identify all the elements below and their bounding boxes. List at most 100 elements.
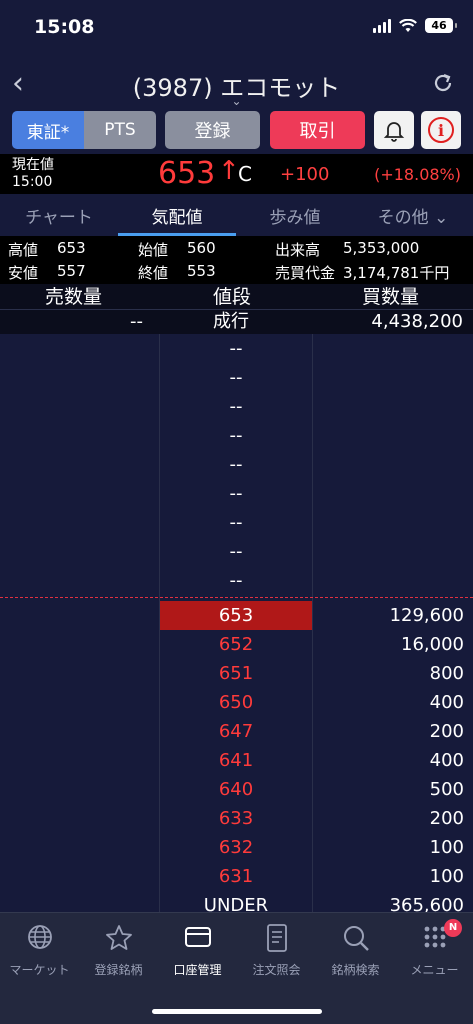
bid-qty: 400: [429, 750, 464, 771]
ask-price: --: [229, 454, 243, 475]
market-segment-control: 東証* PTS: [12, 111, 156, 149]
tab-chart[interactable]: チャート: [0, 194, 118, 236]
market-order-bid: 4,438,200: [371, 311, 463, 332]
nav-search[interactable]: 銘柄検索: [316, 923, 395, 978]
home-indicator: [152, 1009, 322, 1014]
bid-row[interactable]: 652 16,000: [0, 630, 473, 659]
up-arrow-icon: ↑: [218, 156, 240, 186]
tab-quotes[interactable]: 気配値: [118, 194, 236, 236]
nav-header: ‹ (3987) エコモット ⌄: [0, 58, 473, 108]
ask-row[interactable]: --: [0, 334, 473, 363]
bid-price: 647: [218, 721, 254, 742]
market-order-ask: --: [130, 311, 143, 332]
bid-row[interactable]: 632 100: [0, 833, 473, 862]
alert-button[interactable]: [374, 111, 414, 149]
bid-row[interactable]: 647 200: [0, 717, 473, 746]
market-order-price: 成行: [213, 311, 249, 332]
nav-menu-label: メニュー: [410, 963, 459, 977]
stat-low-label: 安値: [8, 264, 39, 282]
globe-icon: [0, 923, 79, 957]
segment-tse[interactable]: 東証*: [12, 111, 84, 149]
bid-price: 653: [160, 601, 312, 630]
bid-row[interactable]: 653 129,600: [0, 601, 473, 630]
bid-price: 650: [218, 692, 254, 713]
bid-price: 640: [218, 779, 254, 800]
nav-market-label: マーケット: [9, 963, 70, 977]
status-icons: 46: [373, 18, 457, 33]
header-price: 値段: [213, 286, 252, 308]
ask-price: --: [229, 541, 243, 562]
nav-watchlist-label: 登録銘柄: [94, 963, 143, 977]
bid-row[interactable]: 633 200: [0, 804, 473, 833]
tab-trades[interactable]: 歩み値: [236, 194, 354, 236]
bid-row[interactable]: 650 400: [0, 688, 473, 717]
ask-row[interactable]: --: [0, 508, 473, 537]
bid-row[interactable]: 640 500: [0, 775, 473, 804]
stat-close-label: 終値: [138, 264, 169, 282]
wifi-icon: [399, 18, 417, 32]
chevron-down-icon[interactable]: ⌄: [0, 94, 473, 108]
ask-row[interactable]: --: [0, 421, 473, 450]
stat-volume-label: 出来高: [275, 241, 321, 259]
tab-other[interactable]: その他 ⌄: [354, 194, 472, 236]
ask-price: --: [229, 396, 243, 417]
ask-row[interactable]: --: [0, 566, 473, 595]
nav-watchlist[interactable]: 登録銘柄: [79, 923, 158, 978]
action-row: 東証* PTS 登録 取引 i: [0, 108, 473, 154]
bid-row[interactable]: 651 800: [0, 659, 473, 688]
status-time: 15:08: [34, 16, 95, 38]
bid-price: 633: [218, 808, 254, 829]
bid-qty: 400: [429, 692, 464, 713]
price-time: 15:00: [12, 174, 53, 190]
register-button[interactable]: 登録: [165, 111, 260, 149]
star-icon: [79, 923, 158, 957]
ask-price: --: [229, 570, 243, 591]
bid-qty: 100: [429, 866, 464, 887]
bid-qty: 500: [429, 779, 464, 800]
ask-row[interactable]: --: [0, 450, 473, 479]
ask-price: --: [229, 338, 243, 359]
bell-icon: [383, 122, 405, 142]
bid-price: 652: [218, 634, 254, 655]
nav-search-label: 銘柄検索: [331, 963, 380, 977]
bid-qty: 200: [429, 721, 464, 742]
bid-row[interactable]: 631 100: [0, 862, 473, 891]
market-order-row: -- 成行 4,438,200: [0, 310, 473, 334]
ask-row[interactable]: --: [0, 537, 473, 566]
stat-open-label: 始値: [138, 241, 169, 259]
segment-pts[interactable]: PTS: [84, 111, 156, 149]
refresh-icon[interactable]: [431, 71, 455, 95]
price-label-title: 現在値: [12, 157, 54, 173]
info-button[interactable]: i: [421, 111, 461, 149]
stat-high: 653: [57, 239, 86, 257]
bid-price: 632: [218, 837, 254, 858]
nav-orders-label: 注文照会: [252, 963, 301, 977]
search-icon: [316, 923, 395, 957]
ask-row[interactable]: --: [0, 392, 473, 421]
price-change-percent: (+18.08%): [374, 165, 461, 184]
nav-account[interactable]: 口座管理: [158, 923, 237, 978]
nav-orders[interactable]: 注文照会: [237, 923, 316, 978]
grid-icon: N: [395, 919, 473, 957]
ask-row[interactable]: --: [0, 479, 473, 508]
stat-low: 557: [57, 262, 86, 280]
status-bar: 15:08 46: [0, 0, 473, 58]
bid-row[interactable]: 641 400: [0, 746, 473, 775]
card-icon: [158, 923, 237, 957]
stat-close: 553: [187, 262, 216, 280]
ask-price: --: [229, 425, 243, 446]
orderbook: -- -- -- -- -- -- -- -- -- 653 129,600 65…: [0, 334, 473, 916]
nav-market[interactable]: マーケット: [0, 923, 79, 978]
info-icon: i: [428, 117, 454, 143]
battery-indicator: 46: [425, 18, 457, 33]
price-change: +100: [280, 164, 330, 185]
stat-open: 560: [187, 239, 216, 257]
nav-menu[interactable]: N メニュー: [395, 919, 473, 978]
bid-qty: 129,600: [389, 605, 464, 626]
bid-qty: 800: [429, 663, 464, 684]
bid-qty: 200: [429, 808, 464, 829]
ask-row[interactable]: --: [0, 363, 473, 392]
cellular-signal-icon: [373, 18, 391, 33]
trade-button[interactable]: 取引: [270, 111, 365, 149]
header-bid-qty: 買数量: [362, 286, 420, 308]
